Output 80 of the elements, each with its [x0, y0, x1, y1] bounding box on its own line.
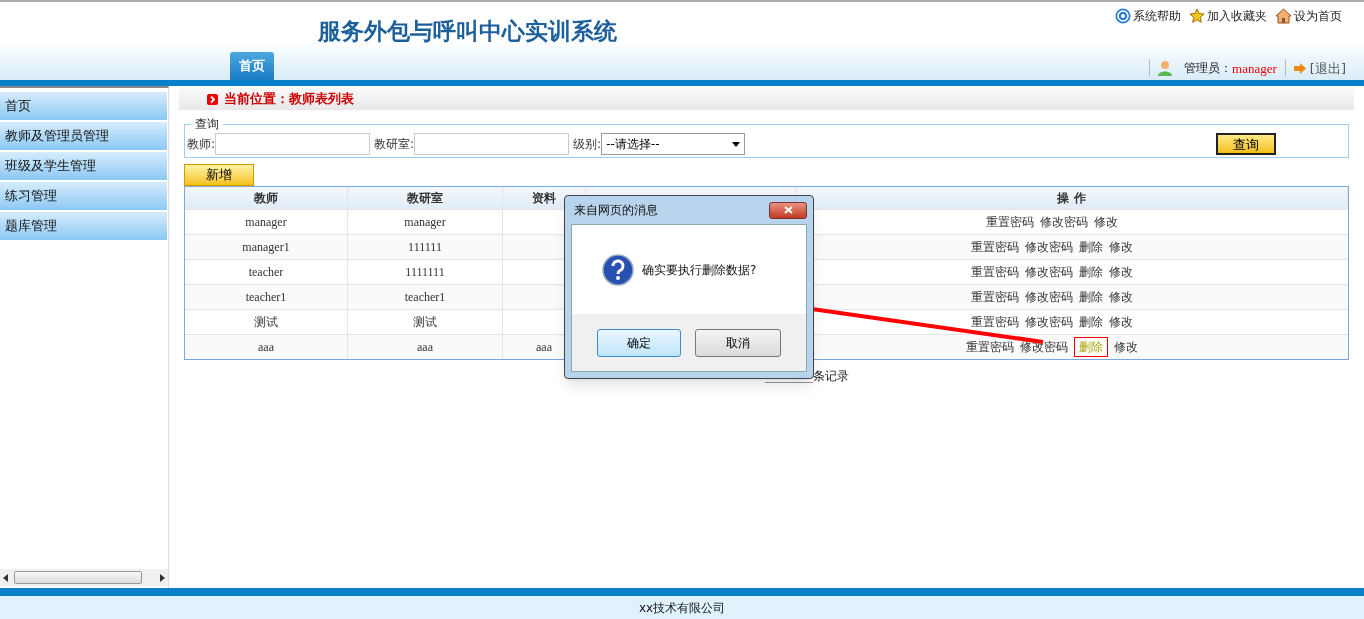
action-link[interactable]: 删除 [1079, 288, 1103, 306]
table-cell-text: 111111 [408, 239, 442, 256]
dialog-message: 确实要执行删除数据? [642, 261, 757, 279]
footer-text: xx技术有限公司 [638, 599, 726, 617]
table-cell-text: manager1 [242, 239, 290, 256]
action-link[interactable]: 修改密码 [1025, 288, 1073, 306]
field-label: 教研室: [374, 136, 415, 153]
dropdown-arrow-icon [732, 141, 741, 147]
star-icon [1189, 8, 1205, 24]
horizontal-scrollbar[interactable] [0, 569, 168, 586]
add-button[interactable]: 新增 [184, 163, 254, 186]
column-header: 操 作 [1057, 190, 1086, 207]
header-link[interactable]: 系统帮助 [1115, 7, 1181, 25]
column-header: 教师 [254, 190, 278, 207]
action-link[interactable]: 删除 [1079, 313, 1103, 331]
action-link[interactable]: 修改密码 [1025, 313, 1073, 331]
action-link[interactable]: 重置密码 [971, 288, 1019, 306]
level-dropdown[interactable]: --请选择-- [601, 133, 746, 155]
table-cell-text: manager [404, 214, 446, 231]
action-link[interactable]: 重置密码 [986, 213, 1034, 231]
dialog-button[interactable]: 确定 [597, 328, 681, 357]
action-link[interactable]: 修改 [1114, 338, 1138, 356]
sidebar-item[interactable]: 首页 [0, 92, 167, 120]
sidebar-item[interactable]: 班级及学生管理 [0, 152, 167, 180]
action-link[interactable]: 修改 [1109, 288, 1133, 306]
header-link[interactable]: 加入收藏夹 [1189, 7, 1267, 25]
home-icon [1275, 8, 1292, 24]
text-field[interactable] [215, 133, 371, 155]
query-button[interactable]: 查询 [1216, 133, 1276, 155]
arrow-right-icon [1293, 62, 1306, 74]
column-header: 资料 [532, 190, 556, 207]
dialog-button[interactable]: 取消 [695, 328, 781, 357]
table-cell-text: 测试 [254, 314, 278, 331]
field-label: 级别: [573, 136, 602, 153]
help-icon [1115, 8, 1131, 24]
record-label: 条记录 [812, 368, 849, 385]
action-link[interactable]: 重置密码 [971, 263, 1019, 281]
close-button[interactable] [769, 201, 807, 219]
header-link[interactable]: 设为首页 [1275, 7, 1342, 25]
action-link[interactable]: 修改密码 [1040, 213, 1088, 231]
action-link[interactable]: 重置密码 [966, 338, 1014, 356]
user-role: 管理员： [1184, 60, 1233, 78]
sidebar-item[interactable]: 题库管理 [0, 212, 167, 240]
breadcrumb-text: 当前位置：教师表列表 [224, 90, 354, 109]
logout-link[interactable]: [退出] [1309, 58, 1346, 78]
action-link[interactable]: 修改 [1109, 313, 1133, 331]
table-cell-text: teacher1 [404, 289, 446, 306]
sidebar-item[interactable]: 练习管理 [0, 182, 167, 210]
sidebar-item[interactable]: 教师及管理员管理 [0, 122, 167, 150]
table-cell-text: teacher1 [245, 289, 287, 306]
table-cell-text: aaa [536, 339, 552, 356]
query-legend: 查询 [191, 115, 223, 133]
close-icon [783, 206, 793, 214]
user-icon [1158, 60, 1173, 77]
action-link[interactable]: 删除 [1079, 263, 1103, 281]
action-link[interactable]: 删除 [1079, 238, 1103, 256]
action-link[interactable]: 修改密码 [1025, 263, 1073, 281]
table-cell-text: aaa [417, 339, 433, 356]
action-link[interactable]: 修改 [1109, 238, 1133, 256]
text-field[interactable] [414, 133, 570, 155]
table-cell-text: aaa [258, 339, 274, 356]
scroll-left-icon[interactable] [3, 573, 8, 582]
question-icon [602, 253, 634, 286]
arrow-right-icon [207, 93, 218, 105]
field-label: 教师: [187, 136, 216, 153]
table-cell-text: teacher [248, 264, 284, 281]
action-link[interactable]: 修改 [1094, 213, 1118, 231]
action-link[interactable]: 修改 [1109, 263, 1133, 281]
user-name: manager [1232, 59, 1277, 78]
dialog-title: 来自网页的消息 [573, 202, 658, 219]
action-link[interactable]: 修改密码 [1020, 338, 1068, 356]
table-cell-text: manager [245, 214, 287, 231]
table-cell-text: 测试 [413, 314, 437, 331]
action-link[interactable]: 重置密码 [971, 238, 1019, 256]
column-header: 教研室 [407, 190, 443, 207]
site-title: 服务外包与呼叫中心实训系统 [318, 18, 617, 44]
action-link[interactable]: 修改密码 [1025, 238, 1073, 256]
action-link[interactable]: 重置密码 [971, 313, 1019, 331]
scroll-right-icon[interactable] [160, 573, 165, 582]
table-cell-text: 1111111 [405, 264, 445, 281]
